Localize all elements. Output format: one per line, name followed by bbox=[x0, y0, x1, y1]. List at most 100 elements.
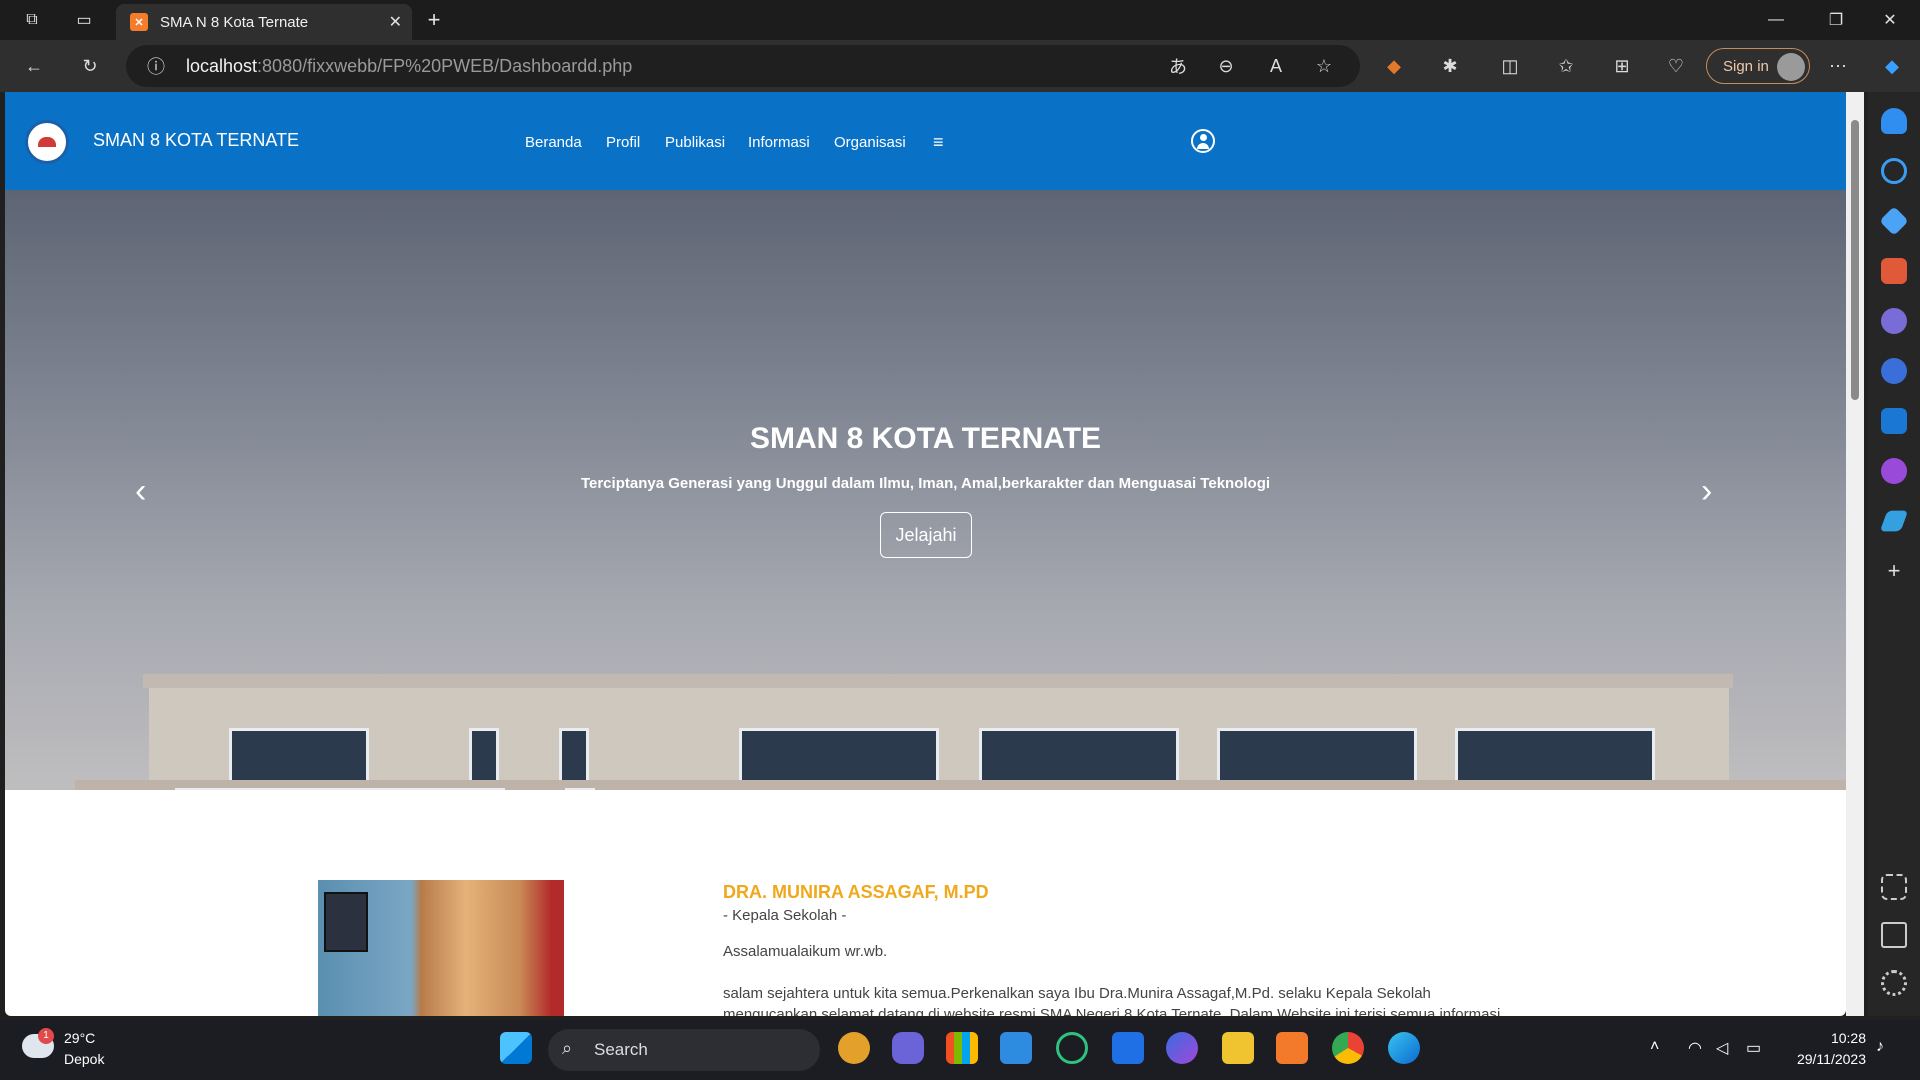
translate-icon[interactable]: あ bbox=[1166, 54, 1190, 78]
read-aloud-icon[interactable]: A bbox=[1264, 54, 1288, 78]
building-lower-floor bbox=[75, 780, 1846, 790]
windows-taskbar: 1 29°C Depok ⌕ Search ˄ ◠ ◁ ▭ 10:28 29/1… bbox=[0, 1020, 1920, 1080]
building-window bbox=[559, 728, 589, 788]
chrome-icon[interactable] bbox=[1332, 1032, 1364, 1064]
carousel-prev-icon[interactable]: ‹ bbox=[135, 472, 146, 511]
dropbox-icon[interactable] bbox=[1112, 1032, 1144, 1064]
building-window bbox=[1455, 728, 1655, 784]
explore-button[interactable]: Jelajahi bbox=[880, 512, 972, 558]
sidebar-toggle-icon[interactable] bbox=[1881, 922, 1907, 948]
principal-message: salam sejahtera untuk kita semua.Perkena… bbox=[723, 985, 1501, 1016]
search-icon[interactable] bbox=[1881, 158, 1907, 184]
workspaces-icon[interactable]: ⧉ bbox=[20, 8, 44, 32]
tools-briefcase-icon[interactable] bbox=[1881, 258, 1907, 284]
outlook-icon[interactable] bbox=[1881, 408, 1907, 434]
edge-icon[interactable] bbox=[1388, 1032, 1420, 1064]
shopping-tag-icon[interactable] bbox=[1879, 206, 1909, 236]
notification-bell-icon[interactable] bbox=[1881, 108, 1907, 134]
xampp-app-icon[interactable] bbox=[1276, 1032, 1308, 1064]
building-window bbox=[739, 728, 939, 784]
weather-temperature[interactable]: 29°C bbox=[64, 1030, 95, 1046]
weather-location[interactable]: Depok bbox=[64, 1051, 104, 1067]
favorites-icon[interactable]: ✩ bbox=[1554, 54, 1578, 78]
add-sidebar-app-icon[interactable]: + bbox=[1881, 558, 1907, 584]
nav-beranda[interactable]: Beranda bbox=[525, 134, 582, 151]
copilot-icon[interactable]: ◆ bbox=[1880, 54, 1904, 78]
scrollbar-thumb[interactable] bbox=[1851, 120, 1859, 400]
xampp-icon: ✕ bbox=[130, 13, 148, 31]
clock-date[interactable]: 29/11/2023 bbox=[1786, 1051, 1866, 1067]
microsoft-store-icon[interactable] bbox=[946, 1032, 978, 1064]
windows-start-icon[interactable] bbox=[500, 1032, 532, 1064]
building-image bbox=[143, 674, 1733, 688]
tray-overflow-icon[interactable]: ˄ bbox=[1650, 1038, 1659, 1056]
principal-name: DRA. MUNIRA ASSAGAF, M.PD bbox=[723, 882, 989, 902]
favorite-star-icon[interactable]: ☆ bbox=[1312, 54, 1336, 78]
tab-actions-icon[interactable]: ▭ bbox=[72, 8, 96, 32]
volume-icon[interactable]: ◁ bbox=[1716, 1038, 1728, 1058]
send-icon[interactable] bbox=[1879, 510, 1909, 532]
sign-in-button[interactable]: Sign in bbox=[1706, 48, 1810, 84]
page-scrollbar[interactable] bbox=[1846, 92, 1864, 1016]
microsoft-365-icon[interactable] bbox=[1881, 358, 1907, 384]
browser-tab[interactable]: ✕ SMA N 8 Kota Ternate ✕ bbox=[116, 4, 412, 40]
hero-subtitle: Terciptanya Generasi yang Unggul dalam I… bbox=[580, 475, 1271, 492]
browser-essentials-icon[interactable]: ♡ bbox=[1664, 54, 1688, 78]
copilot-app-icon[interactable] bbox=[1166, 1032, 1198, 1064]
weather-badge: 1 bbox=[38, 1028, 54, 1044]
site-info-icon[interactable]: ⓘ bbox=[144, 54, 168, 78]
carousel-next-icon[interactable]: › bbox=[1701, 472, 1712, 511]
collections-icon[interactable]: ⊞ bbox=[1610, 54, 1634, 78]
close-window-button[interactable]: ✕ bbox=[1860, 0, 1920, 40]
file-explorer-icon[interactable] bbox=[1222, 1032, 1254, 1064]
mail-icon[interactable] bbox=[1000, 1032, 1032, 1064]
split-screen-icon[interactable]: ◫ bbox=[1498, 54, 1522, 78]
address-bar[interactable]: ⓘ localhost:8080/fixxwebb/FP%20PWEB/Dash… bbox=[126, 45, 1360, 87]
building-window bbox=[565, 788, 595, 790]
nav-profil[interactable]: Profil bbox=[606, 134, 640, 151]
building-window bbox=[229, 728, 369, 784]
principal-photo bbox=[318, 880, 564, 1016]
teams-chat-icon[interactable] bbox=[892, 1032, 924, 1064]
notifications-bell-icon[interactable]: ♪ bbox=[1876, 1038, 1884, 1056]
new-tab-icon[interactable]: + bbox=[422, 7, 446, 32]
back-icon[interactable]: ← bbox=[22, 54, 46, 78]
user-account-icon[interactable] bbox=[1191, 129, 1215, 153]
site-name[interactable]: SMAN 8 KOTA TERNATE bbox=[93, 130, 299, 151]
hero-carousel: SMAN 8 KOTA TERNATE Terciptanya Generasi… bbox=[5, 190, 1846, 790]
clock-time[interactable]: 10:28 bbox=[1820, 1030, 1866, 1046]
upwork-icon[interactable] bbox=[1056, 1032, 1088, 1064]
building-facade bbox=[149, 688, 1729, 790]
taskbar-search[interactable]: ⌕ Search bbox=[548, 1029, 820, 1071]
wifi-icon[interactable]: ◠ bbox=[1688, 1038, 1702, 1058]
refresh-icon[interactable]: ↻ bbox=[78, 54, 102, 78]
zoom-out-icon[interactable]: ⊖ bbox=[1214, 54, 1238, 78]
nav-publikasi[interactable]: Publikasi bbox=[665, 134, 725, 151]
menu-hamburger-icon[interactable]: ≡ bbox=[933, 132, 944, 153]
screenshot-icon[interactable] bbox=[1881, 874, 1907, 900]
building-window bbox=[469, 728, 499, 788]
principal-role: - Kepala Sekolah - bbox=[723, 907, 847, 924]
metamask-icon[interactable]: ◆ bbox=[1382, 54, 1406, 78]
url-text: localhost:8080/fixxwebb/FP%20PWEB/Dashbo… bbox=[186, 56, 633, 76]
settings-gear-icon[interactable] bbox=[1881, 970, 1907, 996]
tab-title: SMA N 8 Kota Ternate bbox=[160, 14, 309, 31]
school-logo[interactable] bbox=[25, 120, 69, 164]
battery-icon[interactable]: ▭ bbox=[1746, 1038, 1761, 1058]
building-window bbox=[979, 728, 1179, 784]
building-window bbox=[175, 788, 505, 790]
nav-organisasi[interactable]: Organisasi bbox=[834, 134, 906, 151]
restore-button[interactable]: ❐ bbox=[1806, 0, 1866, 40]
principal-greeting: Assalamualaikum wr.wb. bbox=[723, 943, 888, 960]
more-menu-icon[interactable]: ⋯ bbox=[1826, 54, 1850, 78]
web-page: SMAN 8 KOTA TERNATE Beranda Profil Publi… bbox=[5, 92, 1846, 1016]
extensions-icon[interactable]: ✱ bbox=[1438, 54, 1462, 78]
games-icon[interactable] bbox=[1881, 308, 1907, 334]
minimize-button[interactable]: — bbox=[1746, 0, 1806, 40]
close-tab-icon[interactable]: ✕ bbox=[389, 12, 402, 32]
photo-wall-frame bbox=[324, 892, 368, 952]
widgets-icon[interactable] bbox=[838, 1032, 870, 1064]
designer-icon[interactable] bbox=[1881, 458, 1907, 484]
building-window bbox=[1217, 728, 1417, 784]
nav-informasi[interactable]: Informasi bbox=[748, 134, 810, 151]
